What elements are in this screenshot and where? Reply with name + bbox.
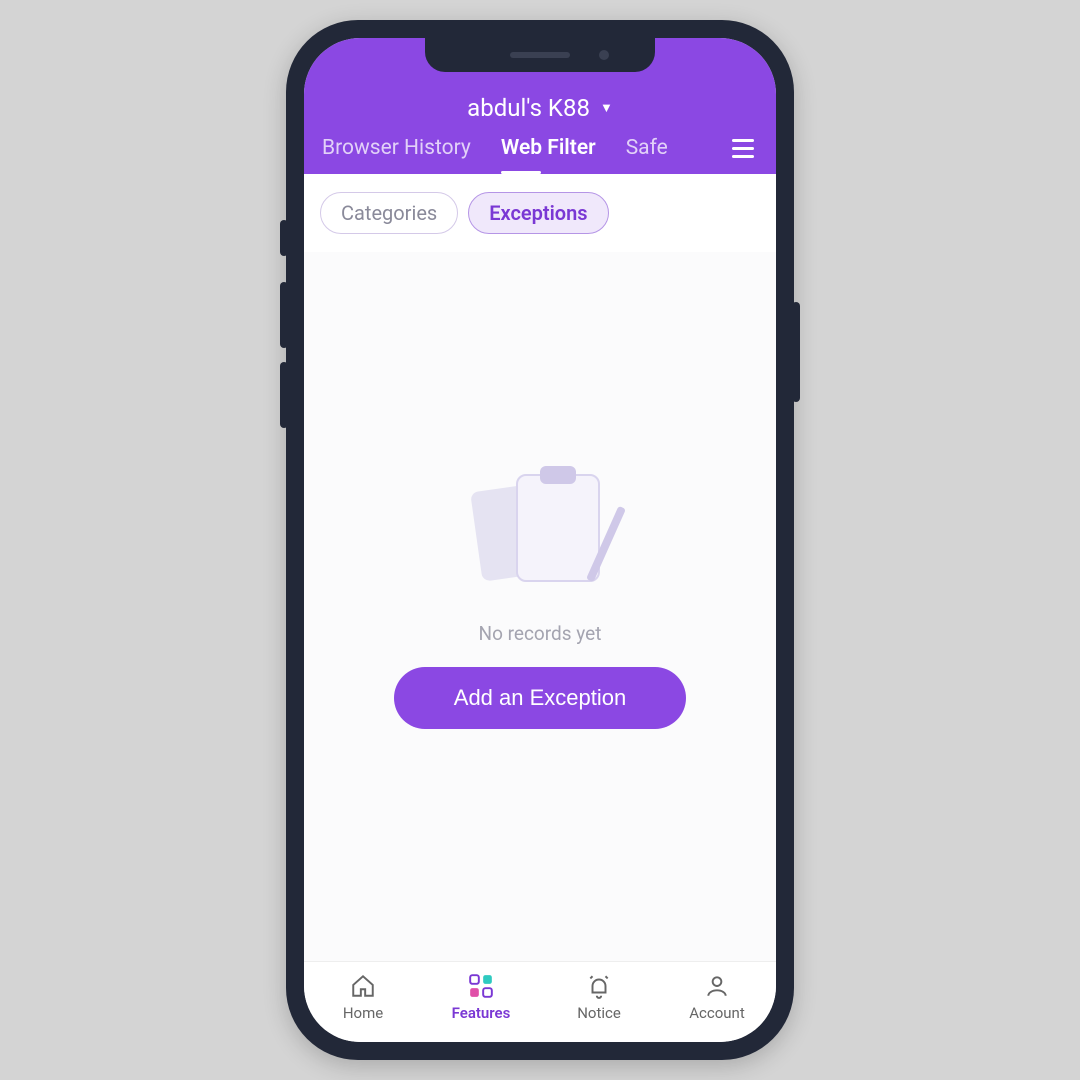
phone-power-button: [792, 302, 800, 402]
pill-exceptions[interactable]: Exceptions: [468, 192, 608, 234]
top-tab-bar: Browser History Web Filter Safe: [304, 136, 776, 174]
nav-account[interactable]: Account: [658, 972, 776, 1022]
screen: abdul's K88 ▼ Browser History Web Filter…: [304, 38, 776, 1042]
nav-home[interactable]: Home: [304, 972, 422, 1022]
nav-label: Notice: [577, 1004, 621, 1022]
nav-label: Home: [343, 1004, 383, 1022]
features-icon: [467, 972, 495, 1000]
hamburger-menu-icon[interactable]: [732, 139, 758, 172]
phone-volume-down: [280, 362, 288, 428]
filter-pill-row: Categories Exceptions: [304, 174, 776, 252]
tab-safe[interactable]: Safe: [626, 136, 668, 174]
device-selector[interactable]: abdul's K88 ▼: [304, 82, 776, 136]
add-exception-button[interactable]: Add an Exception: [394, 667, 686, 729]
empty-state-illustration: [470, 464, 610, 604]
home-icon: [349, 972, 377, 1000]
phone-volume-up: [280, 282, 288, 348]
bottom-nav: Home Features: [304, 961, 776, 1042]
phone-mute-switch: [280, 220, 288, 256]
nav-features[interactable]: Features: [422, 972, 540, 1022]
tab-web-filter[interactable]: Web Filter: [501, 136, 596, 174]
nav-notice[interactable]: Notice: [540, 972, 658, 1022]
chevron-down-icon: ▼: [600, 100, 613, 116]
device-name: abdul's K88: [467, 94, 590, 122]
account-icon: [703, 972, 731, 1000]
bell-icon: [585, 972, 613, 1000]
active-tab-underline: [501, 171, 541, 174]
phone-notch: [425, 38, 655, 72]
content-area: No records yet Add an Exception: [304, 252, 776, 961]
empty-state-text: No records yet: [479, 622, 602, 645]
pill-categories[interactable]: Categories: [320, 192, 458, 234]
nav-label: Features: [452, 1004, 511, 1022]
phone-frame: abdul's K88 ▼ Browser History Web Filter…: [286, 20, 794, 1060]
nav-label: Account: [689, 1004, 745, 1022]
tab-browser-history[interactable]: Browser History: [322, 136, 471, 174]
